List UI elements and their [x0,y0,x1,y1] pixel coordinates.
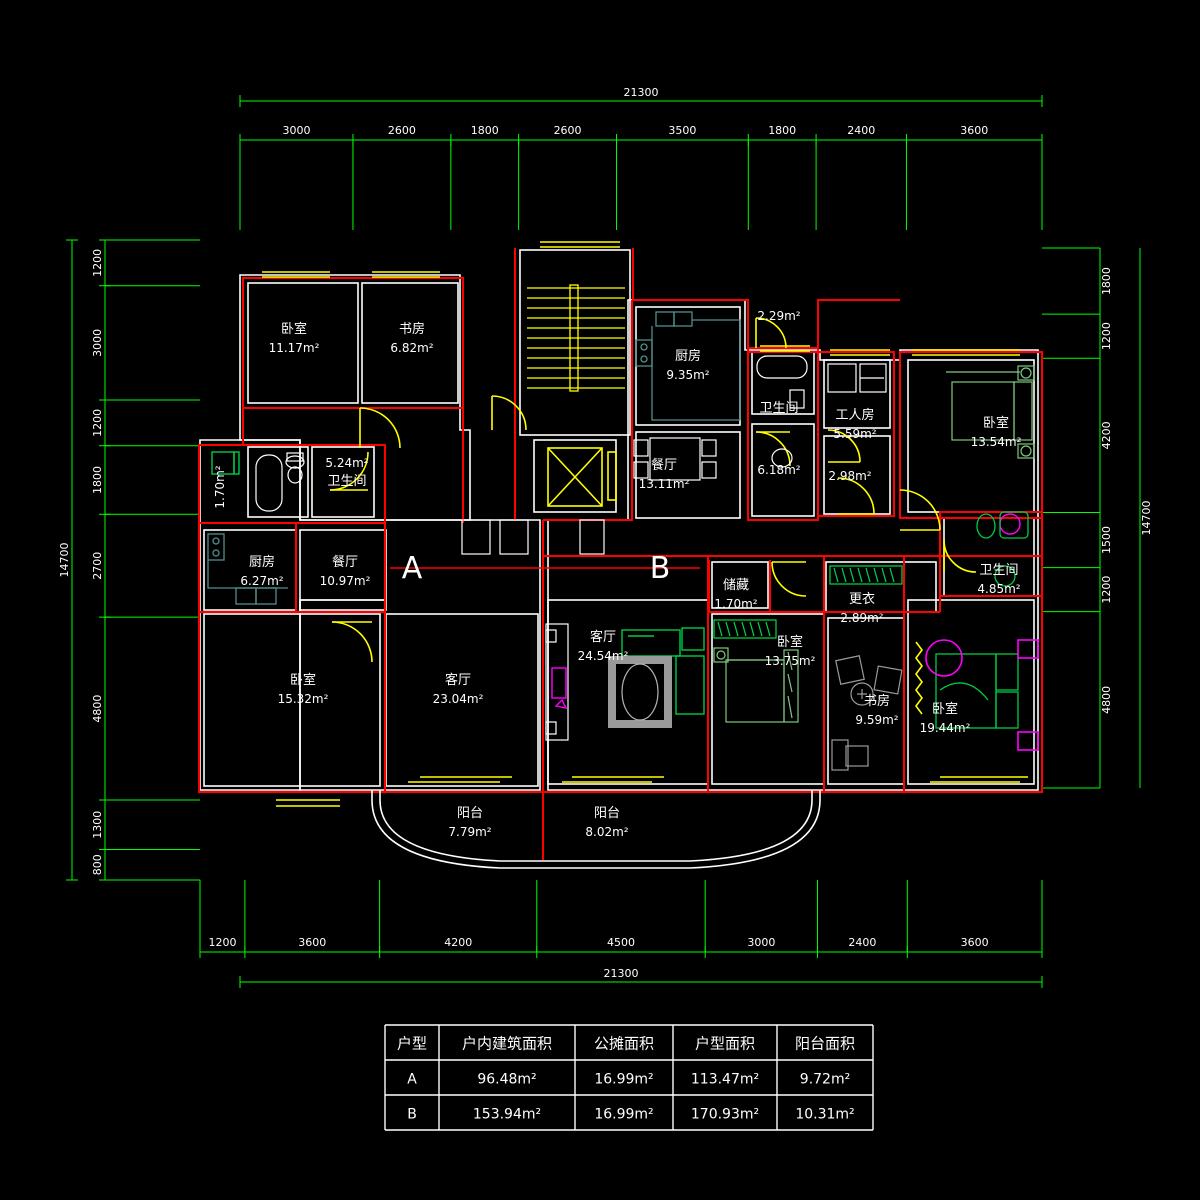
dim-right-seg: 1200 [1100,322,1113,350]
table-body-cell: 113.47m² [691,1072,759,1088]
unit-marker-b: B [650,551,671,586]
dim-left-seg: 1200 [91,409,104,437]
room-name-label: 客厅 [590,629,616,645]
table-header-cell: 户型 [397,1035,427,1053]
room-area-label: 9.35m² [666,368,709,382]
dim-top-total: 21300 [624,86,659,99]
dim-left-seg: 1300 [91,811,104,839]
dim-bottom-seg: 2400 [848,936,876,949]
room-area-label: 2.98m² [828,469,871,483]
dim-left-seg: 1200 [91,249,104,277]
dim-right-seg: 4800 [1100,686,1113,714]
dim-top-seg: 2600 [554,124,582,137]
room-area-label: 4.85m² [977,582,1020,596]
dim-top-seg: 1800 [471,124,499,137]
dim-right-seg: 1500 [1100,526,1113,554]
room-name-label: 卫生间 [327,474,366,489]
room-area-label: 5.59m² [833,427,876,441]
floor-plan-canvas: 21300 3000 2600 1800 2600 3500 1800 2400 3600 213… [0,0,1200,1200]
room-area-label: 13.75m² [765,654,816,668]
dim-left-seg: 1800 [91,466,104,494]
room-name-label: 书房 [864,693,890,709]
table-body-cell: 16.99m² [594,1107,653,1123]
dim-top-seg: 1800 [768,124,796,137]
room-area-label: 13.54m² [971,435,1022,449]
dim-left-seg: 2700 [91,552,104,580]
dim-left-seg: 3000 [91,329,104,357]
dim-bottom-seg: 3600 [961,936,989,949]
table-header-cell: 阳台面积 [795,1035,855,1053]
room-area-label: 5.24m² [325,456,368,470]
room-name-label: 书房 [399,321,425,337]
room-name-label: 卧室 [983,415,1009,431]
dim-right-seg: 1800 [1100,267,1113,295]
room-name-label: 更衣 [849,591,875,607]
room-area-label: 1.70m² [714,597,757,611]
room-area-label: 13.11m² [639,477,690,491]
dim-left-total: 14700 [58,543,71,578]
table-body-cell: 153.94m² [473,1107,541,1123]
room-area-label: 6.18m² [757,463,800,477]
table-body-cell: B [407,1107,417,1123]
room-name-label: 卫生间 [759,401,798,416]
room-name-label: 客厅 [445,672,471,688]
room-area-label: 15.32m² [278,692,329,706]
room-name-label: 厨房 [249,554,275,570]
room-area-label: 1.70m² [213,465,227,508]
room-area-label: 11.17m² [269,341,320,355]
table-header-cell: 户内建筑面积 [462,1035,552,1053]
dim-right-seg: 1200 [1100,576,1113,604]
table-body-cell: 9.72m² [800,1072,850,1088]
table-body-cell: 96.48m² [477,1072,536,1088]
room-area-label: 23.04m² [433,692,484,706]
dim-right-total: 14700 [1140,501,1153,536]
room-name-label: 工人房 [835,407,874,423]
unit-marker-a: A [402,551,423,586]
room-area-label: 8.02m² [585,825,628,839]
table-body-cell: 170.93m² [691,1107,759,1123]
dim-top-seg: 2400 [847,124,875,137]
room-name-label: 卧室 [281,321,307,337]
room-area-label: 10.97m² [320,574,371,588]
dim-bottom-seg: 3000 [747,936,775,949]
dim-bottom-total: 21300 [604,967,639,980]
floor-plan-drawing: 21300 3000 2600 1800 2600 3500 1800 2400 3600 213… [0,0,1200,1200]
table-body-cell: 16.99m² [594,1072,653,1088]
dim-left-seg: 800 [91,854,104,875]
table-header-cell: 户型面积 [695,1035,755,1053]
room-name-label: 卫生间 [979,563,1018,578]
dim-left-seg: 4800 [91,695,104,723]
room-area-label: 2.29m² [757,309,800,323]
table-header-cell: 公摊面积 [594,1035,654,1053]
room-name-label: 餐厅 [332,554,358,570]
room-area-label: 19.44m² [920,721,971,735]
room-name-label: 储藏 [723,578,749,593]
room-area-label: 6.82m² [390,341,433,355]
room-area-label: 9.59m² [855,713,898,727]
dim-top-seg: 3500 [668,124,696,137]
room-area-label: 6.27m² [240,574,283,588]
dim-top-seg: 3600 [960,124,988,137]
dim-bottom-seg: 4200 [444,936,472,949]
room-name-label: 卧室 [932,701,958,717]
dim-top-seg: 2600 [388,124,416,137]
room-name-label: 阳台 [457,806,483,821]
dim-bottom-seg: 1200 [208,936,236,949]
room-area-label: 7.79m² [448,825,491,839]
room-name-label: 卧室 [777,634,803,650]
room-area-label: 24.54m² [578,649,629,663]
dim-bottom-seg: 4500 [607,936,635,949]
room-name-label: 卧室 [290,672,316,688]
dim-bottom-seg: 3600 [298,936,326,949]
room-name-label: 餐厅 [651,457,677,473]
dim-right-seg: 4200 [1100,421,1113,449]
table-body-cell: A [407,1072,417,1088]
room-area-label: 2.89m² [840,611,883,625]
dim-top-seg: 3000 [282,124,310,137]
room-name-label: 厨房 [675,348,701,364]
table-body-cell: 10.31m² [795,1107,854,1123]
room-name-label: 阳台 [594,806,620,821]
